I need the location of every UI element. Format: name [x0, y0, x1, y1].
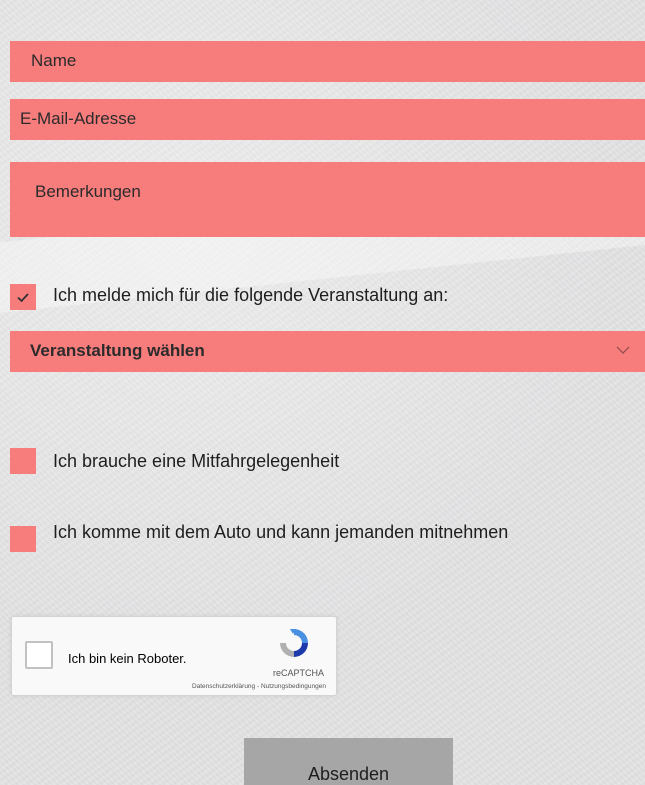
recaptcha-checkbox[interactable]: [25, 641, 53, 669]
event-checkbox[interactable]: [10, 284, 36, 310]
submit-button[interactable]: Absenden: [244, 738, 453, 785]
event-select-value: Veranstaltung wählen: [30, 341, 205, 360]
recaptcha-links[interactable]: Datenschutzerklärung - Nutzungsbedingung…: [192, 683, 326, 690]
event-checkbox-row[interactable]: Ich melde mich für die folgende Veransta…: [10, 284, 630, 310]
recaptcha-widget: Ich bin kein Roboter. reCAPTCHA Datensch…: [11, 616, 337, 696]
event-select[interactable]: Veranstaltung wählen: [10, 331, 645, 372]
remarks-textarea[interactable]: Bemerkungen: [10, 162, 645, 237]
car-checkbox-row[interactable]: Ich komme mit dem Auto und kann jemanden…: [10, 522, 630, 566]
ride-checkbox[interactable]: [10, 448, 36, 474]
email-field[interactable]: E-Mail-Adresse: [10, 99, 645, 140]
chevron-down-icon: [616, 346, 630, 354]
ride-checkbox-row[interactable]: Ich brauche eine Mitfahrgelegenheit: [10, 448, 630, 474]
recaptcha-brand: reCAPTCHA: [272, 668, 324, 678]
car-checkbox-label: Ich komme mit dem Auto und kann jemanden…: [53, 522, 509, 542]
name-placeholder: Name: [31, 51, 77, 70]
event-checkbox-label: Ich melde mich für die folgende Veransta…: [53, 285, 449, 305]
recaptcha-logo-icon: [280, 629, 308, 657]
car-checkbox[interactable]: [10, 526, 36, 552]
recaptcha-label: Ich bin kein Roboter.: [68, 651, 187, 666]
name-field[interactable]: Name: [10, 41, 645, 82]
check-icon: [17, 293, 29, 303]
email-placeholder: E-Mail-Adresse: [20, 109, 137, 128]
ride-checkbox-label: Ich brauche eine Mitfahrgelegenheit: [53, 451, 340, 471]
remarks-placeholder: Bemerkungen: [35, 182, 141, 201]
